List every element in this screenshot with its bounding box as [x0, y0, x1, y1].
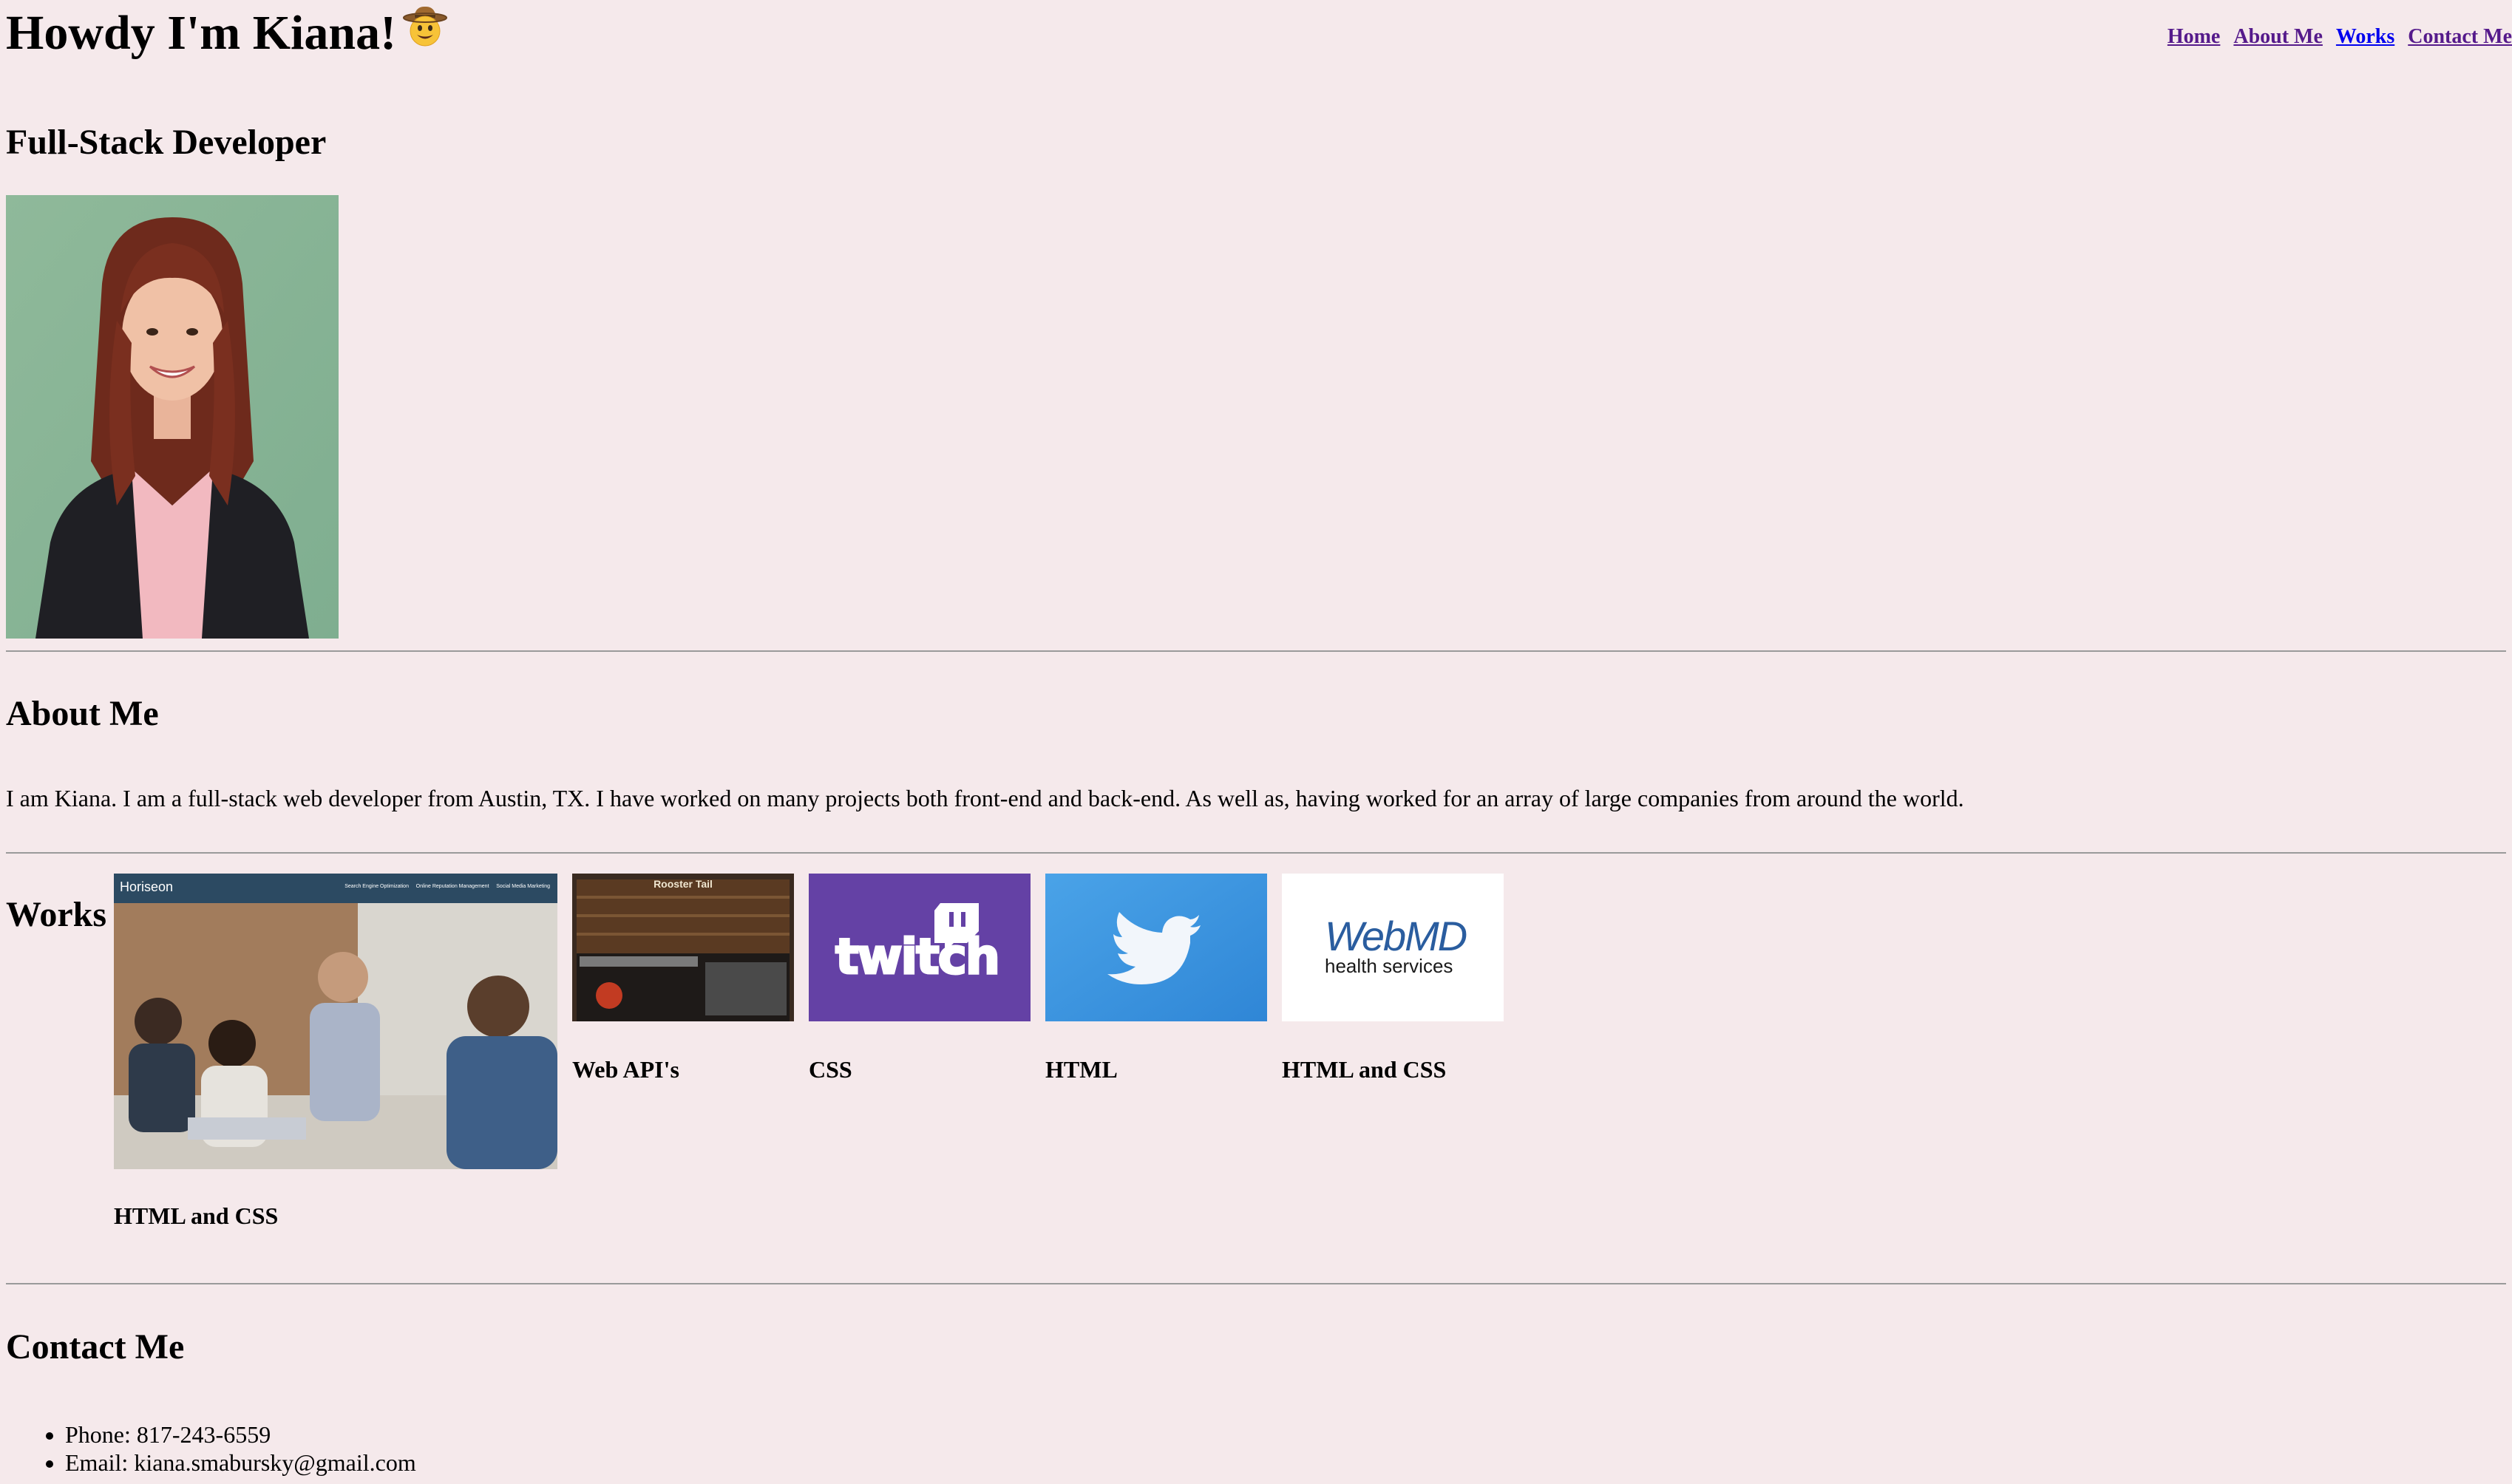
- site-title: Howdy I'm Kiana!: [6, 1, 448, 65]
- work-label: HTML: [1045, 1056, 1118, 1083]
- work-thumbnail-webmd[interactable]: WebMD health services: [1282, 874, 1504, 1021]
- site-title-text: Howdy I'm Kiana!: [6, 6, 397, 60]
- work-item[interactable]: HTML: [1045, 874, 1267, 1083]
- profile-photo: [6, 195, 339, 639]
- divider: [6, 852, 2506, 854]
- contact-phone: Phone: 817-243-6559: [65, 1420, 416, 1449]
- nav-about-link[interactable]: About Me: [2233, 25, 2323, 48]
- about-heading: About Me: [6, 694, 159, 733]
- work-item[interactable]: Rooster Tail Web API's: [572, 874, 794, 1083]
- nav-home-link[interactable]: Home: [2168, 25, 2221, 48]
- horiseon-logo-text: Horiseon: [120, 879, 174, 894]
- work-thumbnail-twitch[interactable]: twitch: [809, 874, 1031, 1021]
- works-heading: Works: [6, 895, 107, 934]
- nav-works-link[interactable]: Works: [2336, 25, 2394, 48]
- divider: [6, 1283, 2506, 1284]
- rooster-tail-logo-text: Rooster Tail: [654, 878, 713, 890]
- twitter-bird-icon: [1045, 874, 1267, 1021]
- about-paragraph: I am Kiana. I am a full-stack web develo…: [6, 785, 1964, 811]
- work-thumbnail-horiseon[interactable]: Horiseon Search Engine Optimization Onli…: [114, 874, 557, 1169]
- work-item[interactable]: WebMD health services HTML and CSS: [1282, 874, 1504, 1083]
- cowboy-hat-face-icon: [402, 1, 448, 65]
- contact-list: Phone: 817-243-6559 Email: kiana.smaburs…: [6, 1420, 416, 1477]
- work-thumbnail-twitter[interactable]: [1045, 874, 1267, 1021]
- webmd-logo-text: WebMD: [1325, 913, 1467, 959]
- page: Howdy I'm Kiana! Home About Me Works Con…: [0, 0, 2512, 1484]
- horiseon-nav-text: Search Engine Optimization Online Reputa…: [344, 884, 550, 889]
- work-thumbnail-rooster-tail[interactable]: Rooster Tail: [572, 874, 794, 1021]
- work-label: Web API's: [572, 1056, 679, 1083]
- work-label: HTML and CSS: [1282, 1056, 1447, 1083]
- work-label: CSS: [809, 1056, 852, 1083]
- main-nav: Home About Me Works Contact Me: [2157, 25, 2512, 49]
- work-item[interactable]: Horiseon Search Engine Optimization Onli…: [114, 874, 557, 1229]
- contact-heading: Contact Me: [6, 1327, 185, 1366]
- site-header: Howdy I'm Kiana! Home About Me Works Con…: [6, 0, 2512, 81]
- work-label: HTML and CSS: [114, 1202, 279, 1229]
- divider: [6, 650, 2506, 652]
- role-subtitle: Full-Stack Developer: [6, 123, 327, 162]
- contact-email: Email: kiana.smabursky@gmail.com: [65, 1449, 416, 1477]
- webmd-tagline-text: health services: [1325, 955, 1453, 977]
- nav-contact-link[interactable]: Contact Me: [2408, 25, 2512, 48]
- twitch-logo-text: twitch: [835, 928, 1002, 987]
- work-item[interactable]: twitch CSS: [809, 874, 1031, 1083]
